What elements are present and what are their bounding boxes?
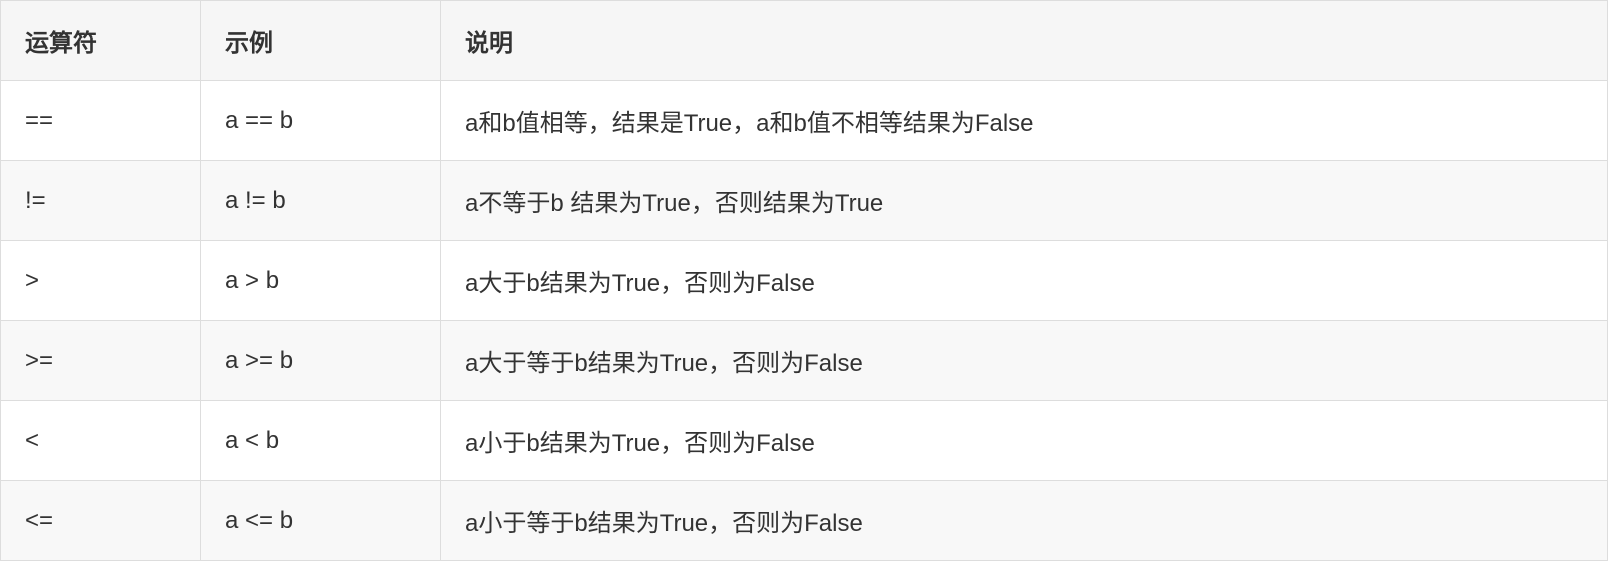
header-description: 说明 (441, 1, 1608, 81)
cell-description: a小于等于b结果为True，否则为False (441, 481, 1608, 561)
header-example: 示例 (201, 1, 441, 81)
cell-example: a > b (201, 241, 441, 321)
table-row: > a > b a大于b结果为True，否则为False (1, 241, 1608, 321)
header-operator: 运算符 (1, 1, 201, 81)
cell-description: a不等于b 结果为True，否则结果为True (441, 161, 1608, 241)
table-row: <= a <= b a小于等于b结果为True，否则为False (1, 481, 1608, 561)
cell-operator: <= (1, 481, 201, 561)
table-row: != a != b a不等于b 结果为True，否则结果为True (1, 161, 1608, 241)
cell-operator: > (1, 241, 201, 321)
cell-example: a != b (201, 161, 441, 241)
cell-example: a == b (201, 81, 441, 161)
cell-description: a大于等于b结果为True，否则为False (441, 321, 1608, 401)
table-header-row: 运算符 示例 说明 (1, 1, 1608, 81)
operators-table: 运算符 示例 说明 == a == b a和b值相等，结果是True，a和b值不… (0, 0, 1608, 561)
cell-operator: < (1, 401, 201, 481)
table-row: < a < b a小于b结果为True，否则为False (1, 401, 1608, 481)
cell-example: a < b (201, 401, 441, 481)
cell-description: a和b值相等，结果是True，a和b值不相等结果为False (441, 81, 1608, 161)
cell-operator: >= (1, 321, 201, 401)
table-row: >= a >= b a大于等于b结果为True，否则为False (1, 321, 1608, 401)
cell-operator: != (1, 161, 201, 241)
table-row: == a == b a和b值相等，结果是True，a和b值不相等结果为False (1, 81, 1608, 161)
cell-description: a小于b结果为True，否则为False (441, 401, 1608, 481)
cell-description: a大于b结果为True，否则为False (441, 241, 1608, 321)
cell-example: a <= b (201, 481, 441, 561)
cell-operator: == (1, 81, 201, 161)
cell-example: a >= b (201, 321, 441, 401)
